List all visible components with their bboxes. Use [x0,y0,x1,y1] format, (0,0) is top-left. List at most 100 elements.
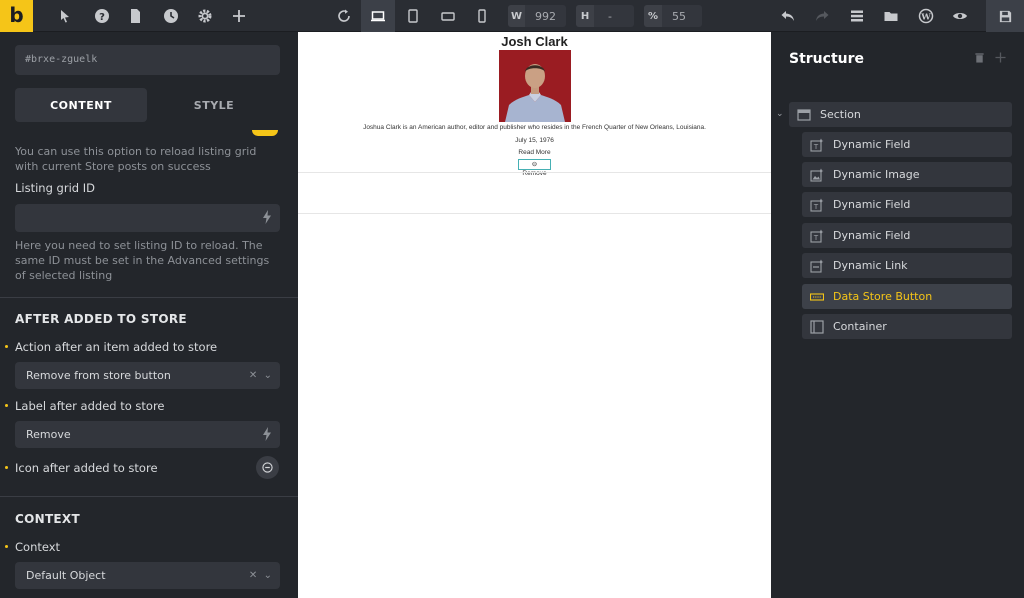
dynamic-field-icon: T [810,229,824,243]
folder-icon[interactable] [874,0,908,32]
clear-icon[interactable]: ✕ [249,370,257,381]
read-more-link[interactable]: Read More [298,149,771,156]
structure-node-label: Dynamic Field [833,198,911,211]
expand-chevron-icon[interactable]: ⌄ [776,109,784,119]
select-controls: ✕ ⌄ [249,362,272,389]
action-after-select[interactable]: Remove from store button ✕ ⌄ [15,362,280,389]
modified-dot [5,404,8,407]
container-border [298,213,771,214]
context-select[interactable]: Default Object ✕ ⌄ [15,562,280,589]
settings-gear-icon[interactable] [188,0,222,32]
structure-node-data-store-button[interactable]: Data Store Button [802,284,1012,309]
structure-node-label: Data Store Button [833,290,933,303]
listing-grid-help-text: Here you need to set listing ID to reloa… [15,239,270,282]
add-element-icon[interactable] [222,0,256,32]
chevron-down-icon[interactable]: ⌄ [264,570,272,581]
svg-text:T: T [813,234,819,242]
dynamic-field-icon: T [810,138,824,152]
modified-dot [5,545,8,548]
structure-node-dynamic-link[interactable]: Dynamic Link [802,253,1012,278]
after-added-section-title[interactable]: AFTER ADDED TO STORE [15,312,187,326]
height-label: H [576,5,594,27]
container-icon [810,319,824,334]
tab-style[interactable]: STYLE [148,88,280,122]
zoom-value: 55 [672,9,686,23]
history-icon[interactable] [154,0,188,32]
structure-title: Structure [789,51,865,67]
action-after-label: Action after an item added to store [5,340,218,354]
structure-node-label: Dynamic Field [833,138,911,151]
person-photo[interactable] [499,50,571,122]
dynamic-image-icon [810,168,824,182]
icon-after-label-text: Icon after added to store [15,461,158,475]
structure-list-icon[interactable] [840,0,874,32]
zoom-label: % [644,5,662,27]
desktop-view-icon[interactable] [361,0,395,32]
dynamic-data-icon[interactable] [262,210,272,224]
tab-content[interactable]: CONTENT [15,88,147,122]
section-border [298,172,771,173]
structure-node-label: Dynamic Link [833,259,908,272]
clear-icon[interactable]: ✕ [249,570,257,581]
person-name[interactable]: Josh Clark [298,34,771,49]
person-description: Joshua Clark is an American author, edit… [363,124,706,131]
svg-text:?: ? [99,12,105,23]
context-label-text: Context [15,540,61,554]
move-icon[interactable] [995,52,1006,63]
context-section-title[interactable]: CONTEXT [15,512,80,526]
label-after-input[interactable]: Remove [15,421,280,448]
element-settings-panel: #brxe-zguelk CONTENT STYLE You can use t… [0,32,298,598]
structure-panel: Structure ⌄ Section T Dynamic Field Dyna… [771,32,1024,598]
dynamic-link-icon [810,259,824,273]
refresh-icon[interactable] [327,0,361,32]
svg-text:T: T [813,203,819,211]
reload-help-text: You can use this option to reload listin… [15,145,257,173]
structure-node-label: Container [833,320,887,333]
width-input[interactable]: W 992 [508,5,566,27]
save-button[interactable] [986,0,1024,32]
pointer-icon[interactable] [48,0,82,32]
dynamic-field-icon: T [810,198,824,212]
redo-icon[interactable] [805,0,839,32]
reload-toggle[interactable] [252,130,278,136]
chevron-down-icon[interactable]: ⌄ [264,370,272,381]
action-after-label-text: Action after an item added to store [15,340,218,354]
section-divider [0,496,298,497]
wordpress-icon[interactable]: W [909,0,943,32]
zoom-input[interactable]: % 55 [644,5,702,27]
remove-store-button[interactable]: ⊖ Remove [518,159,551,177]
structure-node-container[interactable]: Container [802,314,1012,339]
structure-node-dynamic-field[interactable]: T Dynamic Field [802,192,1012,217]
section-divider [0,297,298,298]
listing-grid-input[interactable] [15,204,280,232]
modified-dot [5,466,8,469]
preview-eye-icon[interactable] [943,0,977,32]
undo-icon[interactable] [771,0,805,32]
mobile-landscape-icon[interactable] [431,0,465,32]
structure-node-dynamic-field[interactable]: T Dynamic Field [802,223,1012,248]
pages-icon[interactable] [118,0,152,32]
select-controls: ✕ ⌄ [249,562,272,589]
context-value: Default Object [26,569,106,582]
builder-canvas[interactable]: Josh Clark Joshua Clark is an American a… [298,32,771,598]
structure-node-dynamic-field[interactable]: T Dynamic Field [802,132,1012,157]
help-icon[interactable]: ? [85,0,119,32]
height-input[interactable]: H - [576,5,634,27]
icon-picker[interactable] [256,456,279,479]
listing-grid-label: Listing grid ID [15,181,95,195]
structure-node-label: Dynamic Image [833,168,920,181]
context-label: Context [5,540,61,554]
label-after-label-text: Label after added to store [15,399,165,413]
trash-icon[interactable] [974,52,985,63]
action-after-value: Remove from store button [26,369,171,382]
element-id-input[interactable]: #brxe-zguelk [15,45,280,75]
dynamic-data-icon[interactable] [262,427,272,441]
data-store-button-icon [810,290,824,304]
structure-node-dynamic-image[interactable]: Dynamic Image [802,162,1012,187]
tablet-portrait-icon[interactable] [396,0,430,32]
structure-node-section[interactable]: Section [789,102,1012,127]
structure-node-label: Dynamic Field [833,229,911,242]
save-icon [999,10,1011,22]
bricks-logo[interactable]: b [0,0,33,32]
mobile-portrait-icon[interactable] [465,0,499,32]
